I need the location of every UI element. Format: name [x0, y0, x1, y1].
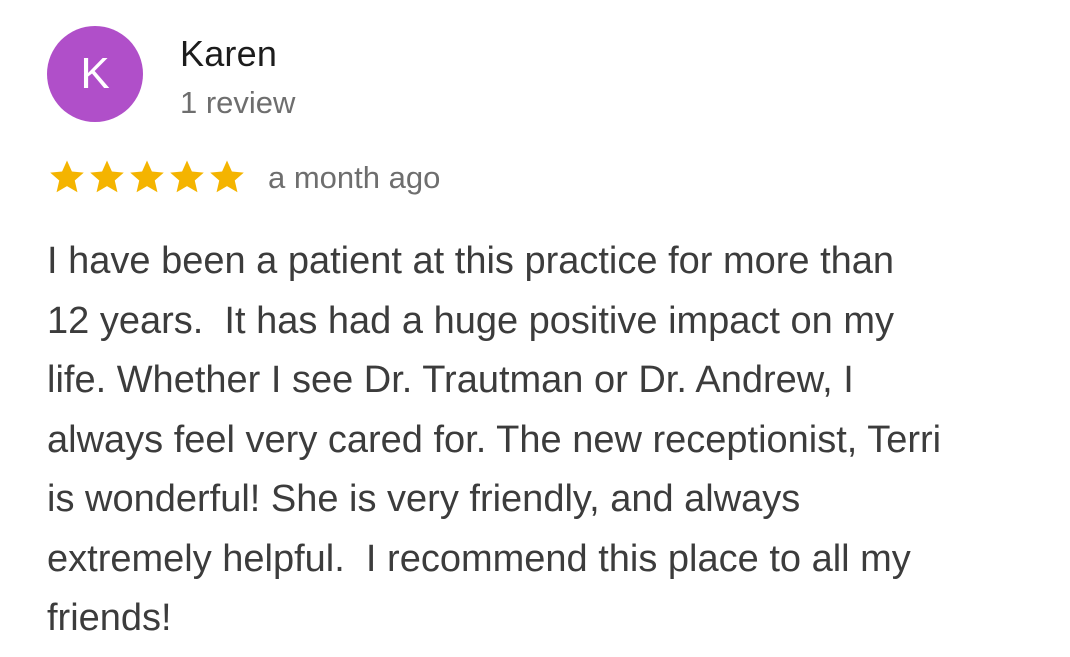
reviewer-name[interactable]: Karen	[180, 34, 277, 74]
star-icon	[170, 160, 204, 193]
review-text: I have been a patient at this practice f…	[47, 232, 1047, 649]
review-line-7: friends!	[47, 597, 172, 639]
review-count: 1 review	[180, 85, 296, 120]
review-card: K Karen 1 review a month ago I have been…	[0, 0, 1070, 657]
star-icon	[50, 160, 84, 193]
review-line-5: is wonderful! She is very friendly, and …	[47, 478, 801, 520]
star-rating	[48, 158, 248, 196]
review-line-2: 12 years. It has had a huge positive imp…	[47, 299, 895, 342]
review-line-6: extremely helpful. I recommend this plac…	[47, 537, 911, 580]
rating-row: a month ago	[48, 152, 440, 202]
review-date: a month ago	[268, 159, 441, 195]
avatar-initial: K	[80, 49, 110, 98]
review-line-1: I have been a patient at this practice f…	[47, 240, 895, 282]
star-icon	[90, 160, 124, 193]
avatar[interactable]: K	[47, 26, 143, 122]
review-line-4: always feel very cared for. The new rece…	[47, 418, 942, 461]
star-icon	[130, 160, 164, 193]
star-icon	[210, 160, 244, 193]
review-line-3: life. Whether I see Dr. Trautman or Dr. …	[47, 359, 854, 401]
